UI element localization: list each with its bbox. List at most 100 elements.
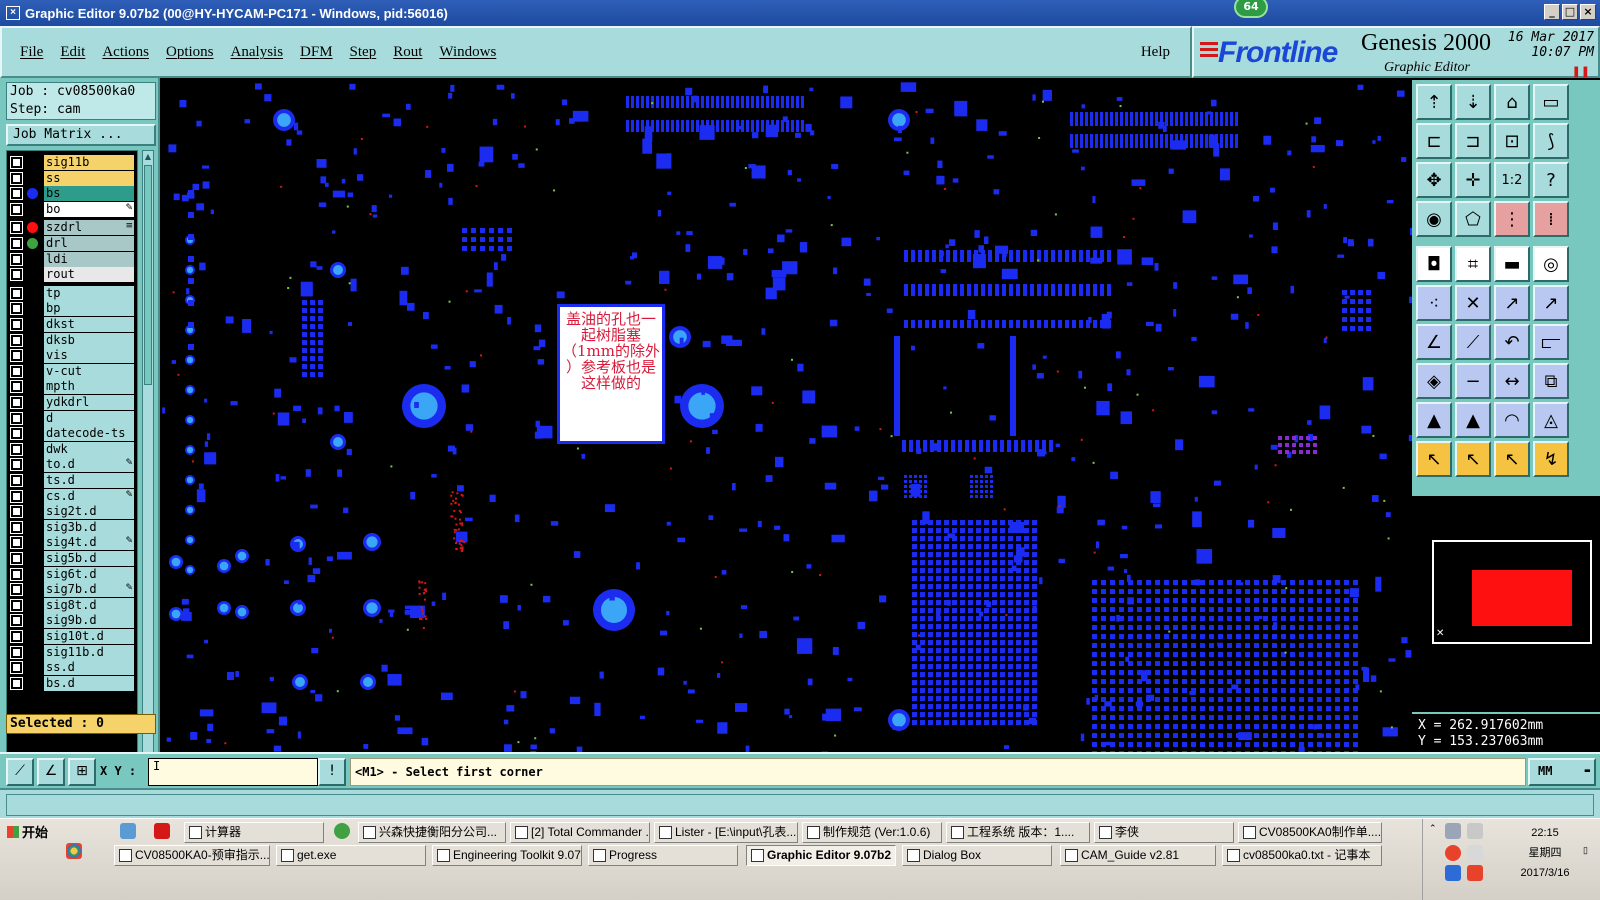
- layer-checkbox[interactable]: [10, 286, 23, 300]
- snap-mode-icon[interactable]: ⟋: [6, 758, 34, 786]
- tray-expand-icon[interactable]: ⌃: [1429, 823, 1439, 833]
- layer-checkbox[interactable]: [10, 187, 23, 201]
- layer-name[interactable]: ydkdrl: [44, 395, 134, 410]
- help-icon[interactable]: ?: [1533, 162, 1569, 198]
- layer-name[interactable]: ldi: [44, 251, 134, 267]
- layer-row[interactable]: szdrl ≡: [7, 220, 137, 236]
- layer-checkbox[interactable]: [10, 676, 23, 690]
- layer-name[interactable]: cs.d: [44, 488, 134, 504]
- layer-name[interactable]: drl: [44, 236, 134, 251]
- layer-checkbox[interactable]: [10, 349, 23, 363]
- fillet-icon[interactable]: ◬: [1533, 402, 1569, 438]
- center-icon[interactable]: ✛: [1455, 162, 1491, 198]
- layer-row[interactable]: dksb: [7, 332, 137, 348]
- window-titlebar[interactable]: × Graphic Editor 9.07b2 (00@HY-HYCAM-PC1…: [0, 0, 1600, 26]
- layer-checkbox[interactable]: [10, 474, 23, 487]
- pointer-icon[interactable]: ↖: [1416, 441, 1452, 477]
- layer-row[interactable]: sig3b.d: [7, 519, 137, 535]
- layer-name[interactable]: sig11b: [44, 155, 134, 170]
- layer-row[interactable]: sig7b.d ✎: [7, 582, 137, 598]
- draw-line-icon[interactable]: ∠: [1416, 324, 1452, 360]
- layer-checkbox[interactable]: [10, 505, 23, 519]
- layer-checkbox[interactable]: [10, 237, 23, 250]
- taskbar-item[interactable]: get.exe: [276, 845, 426, 866]
- layer-name[interactable]: bs: [44, 186, 134, 202]
- layer-name[interactable]: to.d: [44, 457, 134, 473]
- text-icon[interactable]: ▲: [1416, 402, 1452, 438]
- job-matrix-button[interactable]: Job Matrix ...: [6, 124, 156, 146]
- layer-checkbox[interactable]: [10, 156, 23, 169]
- tray-input-icon[interactable]: [1445, 865, 1461, 881]
- taskbar-item[interactable]: CAM_Guide v2.81: [1060, 845, 1216, 866]
- layer-name[interactable]: datecode-ts: [44, 426, 134, 442]
- taskbar-item[interactable]: Lister - [E:\input\孔表...: [654, 822, 798, 843]
- layer-name[interactable]: bp: [44, 301, 134, 317]
- menu-rout[interactable]: Rout: [393, 44, 422, 61]
- layer-row[interactable]: bp: [7, 301, 137, 317]
- home-icon[interactable]: ⌂: [1494, 84, 1530, 120]
- layer-name[interactable]: sig2t.d: [44, 504, 134, 520]
- layer-row[interactable]: d: [7, 410, 137, 426]
- layer-row[interactable]: sig8t.d: [7, 597, 137, 613]
- layer-name[interactable]: v-cut: [44, 363, 134, 379]
- layer-name[interactable]: sig5b.d: [44, 551, 134, 566]
- connect-icon[interactable]: ⁖: [1416, 285, 1452, 321]
- tray-network-icon[interactable]: [1467, 823, 1483, 839]
- array-icon[interactable]: ⧉: [1533, 363, 1569, 399]
- window-icon[interactable]: ▭: [1533, 84, 1569, 120]
- layer-name[interactable]: vis: [44, 348, 134, 364]
- layer-row[interactable]: bs.d: [7, 675, 137, 691]
- camera-icon[interactable]: ◘: [1416, 246, 1452, 282]
- layer-name[interactable]: sig10t.d: [44, 629, 134, 644]
- overview-preview[interactable]: ✕: [1412, 494, 1600, 712]
- start-button[interactable]: 开始: [3, 823, 49, 843]
- taskbar-item[interactable]: 制作规范 (Ver:1.0.6): [802, 822, 942, 843]
- menu-options[interactable]: Options: [166, 44, 214, 61]
- zoom-out-icon[interactable]: ⊐: [1455, 123, 1491, 159]
- select-sym-icon[interactable]: ⁞: [1533, 201, 1569, 237]
- layer-row[interactable]: sig2t.d: [7, 504, 137, 520]
- menu-edit[interactable]: Edit: [60, 44, 85, 61]
- layer-checkbox[interactable]: [10, 268, 23, 282]
- layer-list[interactable]: sig11b ss bs bo ✎ szdrl ≡ drl ldi rout tp bp dkst dks…: [6, 150, 138, 782]
- layer-checkbox[interactable]: [10, 630, 23, 643]
- split-icon[interactable]: ⫍: [1533, 324, 1569, 360]
- layer-row[interactable]: dwk: [7, 441, 137, 457]
- layer-name[interactable]: sig6t.d: [44, 566, 134, 582]
- layer-checkbox[interactable]: [10, 302, 23, 316]
- layer-row[interactable]: ldi: [7, 251, 137, 267]
- layer-name[interactable]: mpth: [44, 379, 134, 395]
- xy-input[interactable]: I: [148, 758, 318, 786]
- layer-row[interactable]: v-cut: [7, 363, 137, 379]
- layer-name[interactable]: szdrl: [44, 220, 134, 236]
- units-selector[interactable]: MM ▬: [1528, 758, 1596, 786]
- scroll-thumb[interactable]: [144, 165, 152, 385]
- scroll-up-icon[interactable]: ▲: [143, 151, 153, 163]
- tray-app-icon[interactable]: [1467, 865, 1483, 881]
- layer-checkbox[interactable]: [10, 598, 23, 612]
- grid-mode-icon[interactable]: ⊞: [68, 758, 96, 786]
- layer-down-icon[interactable]: ⇣: [1455, 84, 1491, 120]
- taskbar-item[interactable]: cv08500ka0.txt - 记事本: [1222, 845, 1382, 866]
- quicklaunch-ie-icon[interactable]: [334, 823, 350, 839]
- layer-row[interactable]: vis: [7, 348, 137, 364]
- layer-checkbox[interactable]: [10, 171, 23, 185]
- tray-usb-icon[interactable]: [1445, 823, 1461, 839]
- layer-name[interactable]: sig3b.d: [44, 519, 134, 535]
- info-icon[interactable]: !: [318, 758, 346, 786]
- layer-row[interactable]: ss: [7, 170, 137, 186]
- layer-up-icon[interactable]: ⇡: [1416, 84, 1452, 120]
- layer-checkbox[interactable]: [10, 252, 23, 266]
- layer-name[interactable]: rout: [44, 267, 134, 283]
- drc-icon[interactable]: ⌗: [1455, 246, 1491, 282]
- layer-checkbox[interactable]: [10, 396, 23, 409]
- layer-row[interactable]: sig6t.d: [7, 566, 137, 582]
- layer-checkbox[interactable]: [10, 318, 23, 331]
- layer-name[interactable]: bs.d: [44, 675, 134, 691]
- layer-row[interactable]: sig11b: [7, 155, 137, 170]
- windows-orb-icon[interactable]: [66, 843, 82, 859]
- taskbar-item[interactable]: Graphic Editor 9.07b2 ...: [746, 845, 896, 866]
- draw-slant-icon[interactable]: ⟋: [1455, 324, 1491, 360]
- taskbar-item[interactable]: [2] Total Commander ...: [510, 822, 650, 843]
- taskbar-item[interactable]: 工程系统 版本：1....: [946, 822, 1090, 843]
